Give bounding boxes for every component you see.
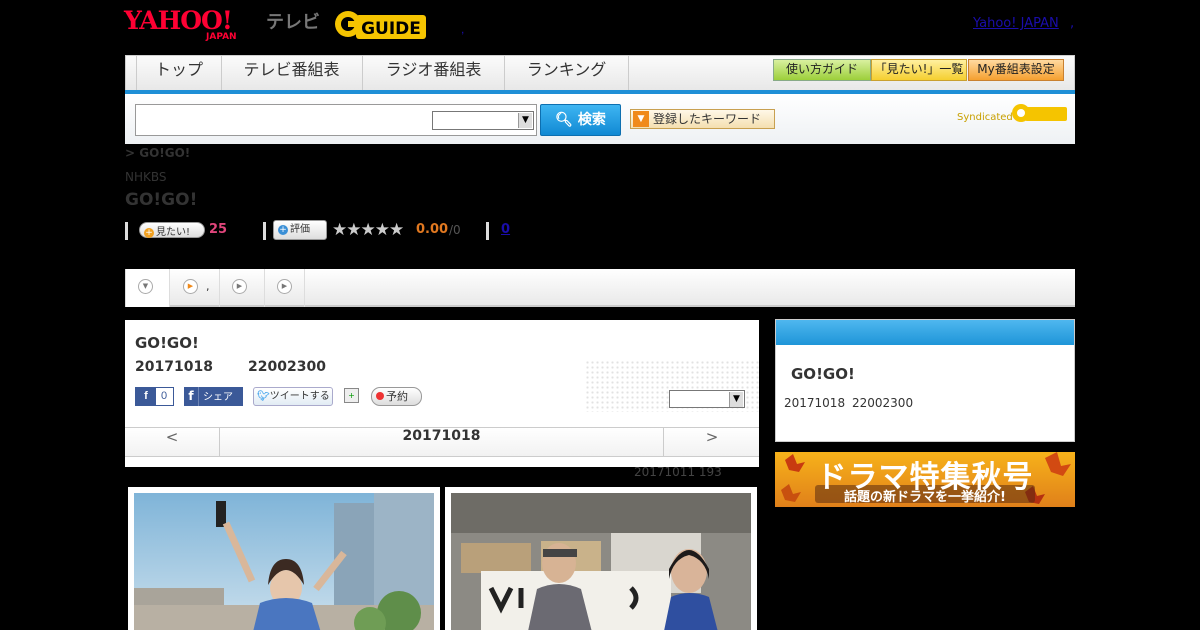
photo-1-image	[134, 493, 434, 630]
side-program-panel: GO!GO! 20171018 22002300	[775, 319, 1075, 442]
play-circle-icon: ▶	[232, 279, 247, 294]
twitter-icon: 🐦︎	[257, 391, 270, 402]
banner-subtitle: 話題の新ドラマを一挙紹介!	[844, 490, 1006, 505]
divider	[263, 222, 266, 240]
drama-feature-banner[interactable]: ドラマ特集秋号 話題の新ドラマを一挙紹介!	[775, 452, 1075, 507]
nav-tab-ranking[interactable]: ランキング	[505, 56, 629, 90]
facebook-like-button[interactable]: f 0	[135, 387, 174, 406]
search-button-label: 検索	[577, 112, 606, 128]
yahoo-logo-text: YAHOO!	[124, 6, 233, 35]
record-dot-icon	[376, 392, 384, 400]
detail-title: GO!GO!	[135, 334, 199, 352]
g-guide-logo-mark: GUIDE	[335, 11, 426, 39]
plus-icon: +	[278, 225, 288, 235]
breadcrumb[interactable]: > GO!GO!	[125, 146, 190, 160]
nav-tab-tv-schedule[interactable]: テレビ番組表	[221, 56, 363, 90]
rating-value: 0.00	[416, 222, 449, 237]
g-guide-small-logo	[1012, 104, 1067, 122]
g-guide-logo-text: GUIDE	[361, 19, 421, 39]
chevron-down-icon: ▼	[633, 111, 649, 127]
tab-detail[interactable]: ▼	[125, 269, 170, 307]
station-name: NHKBS	[125, 170, 167, 184]
current-date: 20171018	[402, 428, 481, 444]
divider	[486, 222, 489, 240]
calendar-icon[interactable]: +	[344, 388, 359, 403]
chevron-down-icon: ▼	[518, 113, 532, 128]
detail-select[interactable]: ▼	[669, 390, 745, 408]
search-icon: 🔍︎	[555, 112, 573, 128]
facebook-icon: f	[184, 387, 199, 406]
yahoo-japan-link[interactable]: Yahoo! JAPAN	[973, 16, 1059, 31]
side-program-time: 22002300	[852, 396, 914, 410]
plus-icon: +	[144, 228, 154, 238]
play-circle-icon: ▶	[183, 279, 198, 294]
broadcast-date: 20171018	[135, 359, 213, 375]
reserve-button[interactable]: 予約	[371, 387, 422, 406]
want-count: 25	[209, 222, 228, 237]
facebook-icon: f	[136, 388, 156, 405]
previous-episode-note: 20171011 193	[634, 465, 722, 479]
program-photo-1[interactable]	[128, 487, 440, 630]
tweet-button[interactable]: 🐦︎ツイートする	[253, 387, 333, 406]
side-panel-header	[776, 320, 1074, 345]
tab-second[interactable]: ▶ ,	[170, 269, 220, 307]
tweet-label: ツイートする	[269, 391, 330, 402]
facebook-share-label: シェア	[203, 392, 233, 403]
tab-fourth[interactable]: ▶	[265, 269, 305, 307]
facebook-like-count: 0	[161, 390, 168, 402]
my-schedule-settings-button[interactable]: My番組表設定	[968, 59, 1064, 81]
howto-guide-button[interactable]: 使い方ガイド	[773, 59, 871, 81]
search-button[interactable]: 🔍︎ 検索	[540, 104, 621, 136]
program-title: GO!GO!	[125, 190, 198, 210]
review-count-link[interactable]: 0	[501, 222, 510, 237]
saved-keywords-button[interactable]: ▼ 登録したキーワード	[630, 109, 775, 129]
side-program-date: 20171018	[784, 396, 846, 410]
rate-button[interactable]: + 評価	[273, 220, 327, 240]
syndicated-label: Syndicated	[957, 112, 1013, 123]
facebook-share-button[interactable]: f シェア	[184, 387, 243, 406]
want-button[interactable]: + 見たい!	[139, 222, 205, 238]
want-button-label: 見たい!	[156, 227, 191, 238]
g-guide-logo[interactable]: GUIDE	[334, 7, 434, 41]
header-link-separator: ,	[1070, 16, 1075, 31]
prev-date-button[interactable]: <	[125, 428, 220, 456]
program-photo-2[interactable]	[445, 487, 757, 630]
want-list-button[interactable]: 「見たい!」一覧	[871, 59, 967, 81]
search-panel: ▼ 🔍︎ 検索 ▼ 登録したキーワード Syndicated	[125, 94, 1075, 144]
detail-tabs: ▼ ▶ , ▶ ▶	[125, 269, 1075, 307]
rate-button-label: 評価	[290, 224, 310, 235]
play-circle-icon: ▶	[277, 279, 292, 294]
search-genre-select[interactable]: ▼	[432, 111, 534, 130]
next-date-button[interactable]: >	[663, 428, 760, 456]
nav-tab-top[interactable]: トップ	[136, 56, 222, 90]
header-separator: ,	[461, 22, 465, 36]
chevron-down-icon: ▼	[729, 392, 743, 407]
saved-keywords-label: 登録したキーワード	[653, 112, 762, 126]
yahoo-japan-logo[interactable]: YAHOO! JAPAN	[124, 6, 264, 42]
tab-third[interactable]: ▶	[220, 269, 265, 307]
date-navigation: < 20171018 >	[125, 427, 759, 457]
side-program-title[interactable]: GO!GO!	[791, 365, 855, 383]
reserve-label: 予約	[386, 390, 408, 403]
nav-tab-radio-schedule[interactable]: ラジオ番組表	[363, 56, 505, 90]
main-nav: トップ テレビ番組表 ラジオ番組表 ランキング 使い方ガイド 「見たい!」一覧 …	[125, 55, 1075, 91]
rating-count: /0	[449, 223, 461, 237]
photo-2-image	[451, 493, 751, 630]
tab-second-label: ,	[206, 280, 210, 293]
broadcast-time: 22002300	[248, 359, 326, 375]
dropdown-circle-icon: ▼	[138, 279, 153, 294]
divider	[125, 222, 128, 240]
tv-logo-text[interactable]: テレビ	[266, 8, 320, 34]
japan-logo-text: JAPAN	[206, 32, 237, 42]
rating-stars: ★★★★★	[332, 220, 404, 240]
program-detail-panel: GO!GO! 20171018 22002300 f 0 f シェア 🐦︎ツイート…	[125, 320, 759, 467]
